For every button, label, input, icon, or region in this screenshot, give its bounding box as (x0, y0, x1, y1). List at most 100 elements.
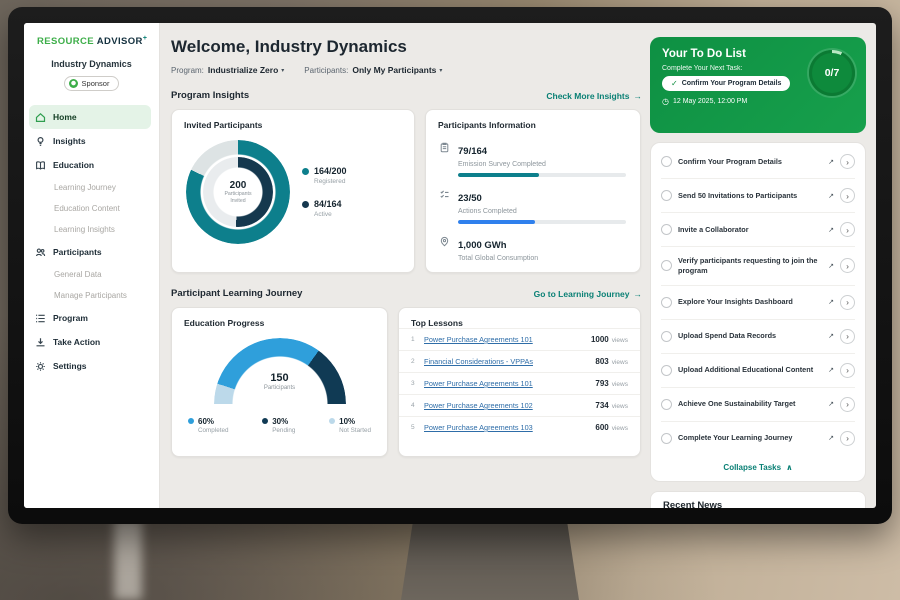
lesson-link[interactable]: Power Purchase Agreements 102 (424, 401, 588, 410)
card-title: Participants Information (426, 110, 640, 130)
external-link-icon[interactable]: ↗ (828, 366, 834, 374)
external-link-icon[interactable]: ↗ (828, 332, 834, 340)
legend-item-not-started: 10%Not Started (329, 417, 371, 434)
main-content: Welcome, Industry Dynamics Program: Indu… (160, 23, 650, 508)
todo-progress-ring: 0/7 (809, 50, 855, 96)
sidebar: RESOURCE ADVISOR+ Industry Dynamics Spon… (24, 23, 160, 508)
task-checkbox[interactable] (661, 433, 672, 444)
external-link-icon[interactable]: ↗ (828, 400, 834, 408)
task-row-send-invitations[interactable]: Send 50 Invitations to Participants ↗ › (661, 179, 855, 213)
external-link-icon[interactable]: ↗ (828, 434, 834, 442)
lesson-link[interactable]: Power Purchase Agreements 101 (424, 335, 584, 344)
legend-dot (262, 418, 268, 424)
learning-cards-row: Education Progress 150 Participants 60%C… (171, 307, 650, 457)
sidebar-item-label: Home (53, 112, 77, 122)
external-link-icon[interactable]: ↗ (828, 158, 834, 166)
program-filter-label: Program: (171, 66, 204, 75)
check-icon: ✓ (671, 79, 678, 88)
logo-text-secondary: ADVISOR+ (97, 36, 148, 47)
task-row-verify-participants[interactable]: Verify participants requesting to join t… (661, 247, 855, 286)
task-row-explore-insights[interactable]: Explore Your Insights Dashboard ↗ › (661, 286, 855, 320)
chevron-right-icon[interactable]: › (840, 295, 855, 310)
legend-dot (302, 201, 309, 208)
task-checkbox[interactable] (661, 224, 672, 235)
chevron-right-icon[interactable]: › (840, 363, 855, 378)
chevron-down-icon: ▾ (439, 67, 442, 74)
task-row-achieve-target[interactable]: Achieve One Sustainability Target ↗ › (661, 388, 855, 422)
sidebar-item-learning-insights[interactable]: Learning Insights (24, 219, 159, 240)
task-checkbox[interactable] (661, 260, 672, 271)
sidebar-item-education[interactable]: Education (24, 153, 159, 177)
sidebar-item-take-action[interactable]: Take Action (24, 330, 159, 354)
chevron-right-icon[interactable]: › (840, 188, 855, 203)
survey-icon (438, 142, 450, 177)
task-checkbox[interactable] (661, 190, 672, 201)
task-checkbox[interactable] (661, 399, 672, 410)
section-title: Program Insights (171, 90, 249, 101)
lesson-views: 1000views (591, 335, 628, 344)
legend-item-pending: 30%Pending (262, 417, 295, 434)
clock-icon: ◷ (662, 97, 669, 106)
sidebar-item-label: Program (53, 313, 88, 323)
sidebar-item-participants[interactable]: Participants (24, 240, 159, 264)
lesson-row: 1 Power Purchase Agreements 101 1000view… (399, 328, 640, 350)
task-row-invite-collaborator[interactable]: Invite a Collaborator ↗ › (661, 213, 855, 247)
sidebar-item-program[interactable]: Program (24, 306, 159, 330)
chevron-right-icon[interactable]: › (840, 431, 855, 446)
arrow-right-icon: → (634, 289, 643, 299)
external-link-icon[interactable]: ↗ (828, 262, 834, 270)
chevron-right-icon[interactable]: › (840, 154, 855, 169)
sidebar-item-education-content[interactable]: Education Content (24, 198, 159, 219)
external-link-icon[interactable]: ↗ (828, 192, 834, 200)
sidebar-item-home[interactable]: Home (29, 105, 151, 129)
lesson-link[interactable]: Power Purchase Agreements 101 (424, 379, 588, 388)
task-row-confirm-program[interactable]: Confirm Your Program Details ↗ › (661, 145, 855, 179)
education-icon (34, 160, 46, 171)
background-wall-edge (114, 518, 142, 600)
sidebar-item-insights[interactable]: Insights (24, 129, 159, 153)
lesson-row: 2 Financial Considerations - VPPAs 803vi… (399, 350, 640, 372)
todo-panel: Your To Do List Complete Your Next Task:… (650, 37, 866, 508)
monitor-bezel: RESOURCE ADVISOR+ Industry Dynamics Spon… (8, 7, 892, 524)
todo-task-list: Confirm Your Program Details ↗ › Send 50… (650, 142, 866, 482)
external-link-icon[interactable]: ↗ (828, 298, 834, 306)
gauge-legend: 60%Completed 30%Pending 10%Not Started (172, 405, 387, 434)
task-row-upload-educational-content[interactable]: Upload Additional Educational Content ↗ … (661, 354, 855, 388)
monitor-stand (401, 518, 579, 600)
sidebar-item-general-data[interactable]: General Data (24, 264, 159, 285)
sidebar-item-settings[interactable]: Settings (24, 354, 159, 378)
next-task-pill[interactable]: ✓ Confirm Your Program Details (662, 76, 790, 91)
sidebar-item-label: Take Action (53, 337, 100, 347)
task-row-complete-learning-journey[interactable]: Complete Your Learning Journey ↗ › (661, 422, 855, 455)
chevron-right-icon[interactable]: › (840, 222, 855, 237)
chevron-right-icon[interactable]: › (840, 397, 855, 412)
program-select[interactable]: Industrialize Zero ▾ (208, 65, 284, 75)
collapse-tasks-button[interactable]: Collapse Tasks ∧ (661, 455, 855, 477)
arrow-right-icon: → (634, 91, 643, 101)
sidebar-item-learning-journey[interactable]: Learning Journey (24, 177, 159, 198)
todo-header-card: Your To Do List Complete Your Next Task:… (650, 37, 866, 133)
chevron-down-icon: ▾ (281, 67, 284, 74)
legend-dot (302, 168, 309, 175)
sponsor-badge[interactable]: Sponsor (64, 76, 120, 91)
task-checkbox[interactable] (661, 331, 672, 342)
sidebar-item-label: Settings (53, 361, 87, 371)
task-checkbox[interactable] (661, 156, 672, 167)
task-checkbox[interactable] (661, 297, 672, 308)
participants-select[interactable]: Only My Participants ▾ (352, 65, 442, 75)
chevron-right-icon[interactable]: › (840, 258, 855, 273)
chevron-right-icon[interactable]: › (840, 329, 855, 344)
lesson-link[interactable]: Financial Considerations - VPPAs (424, 357, 588, 366)
check-more-insights-link[interactable]: Check More Insights → (546, 91, 642, 101)
lesson-views: 793views (595, 379, 628, 388)
task-row-upload-spend-data[interactable]: Upload Spend Data Records ↗ › (661, 320, 855, 354)
program-icon (34, 313, 46, 324)
sidebar-item-manage-participants[interactable]: Manage Participants (24, 285, 159, 306)
participants-filter: Participants: Only My Participants ▾ (304, 65, 442, 75)
lesson-link[interactable]: Power Purchase Agreements 103 (424, 423, 588, 432)
external-link-icon[interactable]: ↗ (828, 226, 834, 234)
app-logo[interactable]: RESOURCE ADVISOR+ (24, 23, 159, 47)
location-pin-icon (438, 236, 450, 262)
task-checkbox[interactable] (661, 365, 672, 376)
go-to-learning-journey-link[interactable]: Go to Learning Journey → (534, 289, 642, 299)
